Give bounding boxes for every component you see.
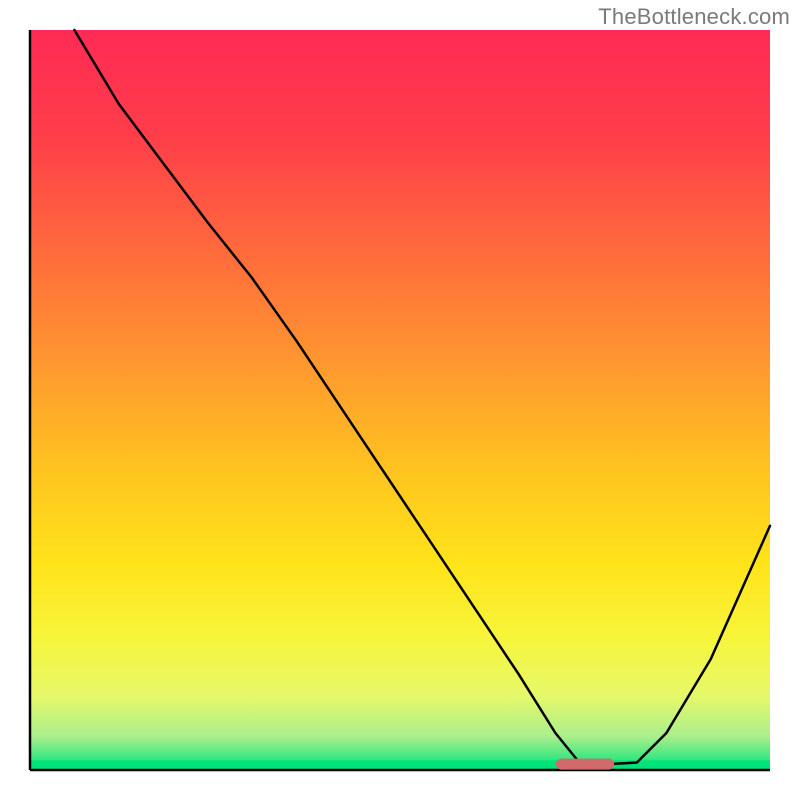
- plot-green-band: [30, 760, 770, 770]
- plot-background: [30, 30, 770, 770]
- watermark-text: TheBottleneck.com: [598, 4, 790, 30]
